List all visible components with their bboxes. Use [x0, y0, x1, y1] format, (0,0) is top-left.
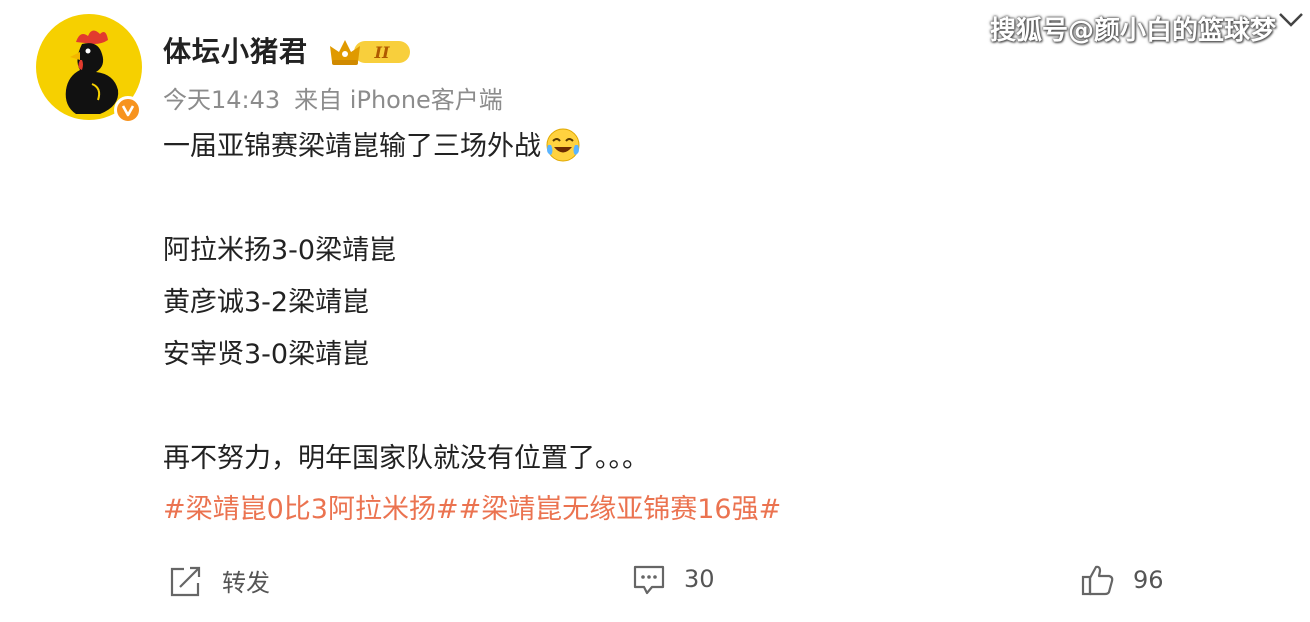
- comment-icon: [633, 565, 665, 595]
- crying-laughing-emoji-icon: [546, 128, 580, 161]
- repost-button[interactable]: 转发: [168, 563, 270, 598]
- post-headline: 一届亚锦赛梁靖崑输了三场外战: [163, 124, 581, 163]
- repost-label: 转发: [222, 569, 270, 597]
- result-line: 黄彦诚3-2梁靖崑: [163, 287, 370, 318]
- closing-line: 再不努力，明年国家队就没有位置了。。。: [163, 443, 649, 474]
- author-name[interactable]: 体坛小猪君: [163, 30, 308, 70]
- comment-button[interactable]: 30: [632, 563, 715, 595]
- share-icon: [170, 566, 201, 596]
- chevron-down-icon[interactable]: [1278, 10, 1304, 30]
- headline-text: 一届亚锦赛梁靖崑输了三场外战: [163, 131, 541, 162]
- comment-count: 30: [684, 565, 715, 593]
- result-line: 安宰贤3-0梁靖崑: [163, 339, 370, 370]
- result-line: 阿拉米扬3-0梁靖崑: [163, 235, 397, 266]
- level-badge-text: II: [374, 43, 390, 62]
- post-timestamp: 今天14:43: [163, 86, 281, 114]
- post-meta: 今天14:43 来自 iPhone客户端: [163, 80, 503, 115]
- watermark: 搜狐号@颜小白的篮球梦: [989, 16, 1276, 46]
- crown-level-badge-icon: II: [330, 40, 410, 65]
- verified-badge-icon: [114, 96, 142, 124]
- like-count: 96: [1133, 566, 1164, 594]
- thumbs-up-icon: [1081, 565, 1114, 596]
- like-button[interactable]: 96: [1081, 563, 1164, 597]
- post-source: 来自 iPhone客户端: [294, 86, 503, 114]
- hashtag-links[interactable]: #梁靖崑0比3阿拉米扬##梁靖崑无缘亚锦赛16强#: [163, 487, 781, 526]
